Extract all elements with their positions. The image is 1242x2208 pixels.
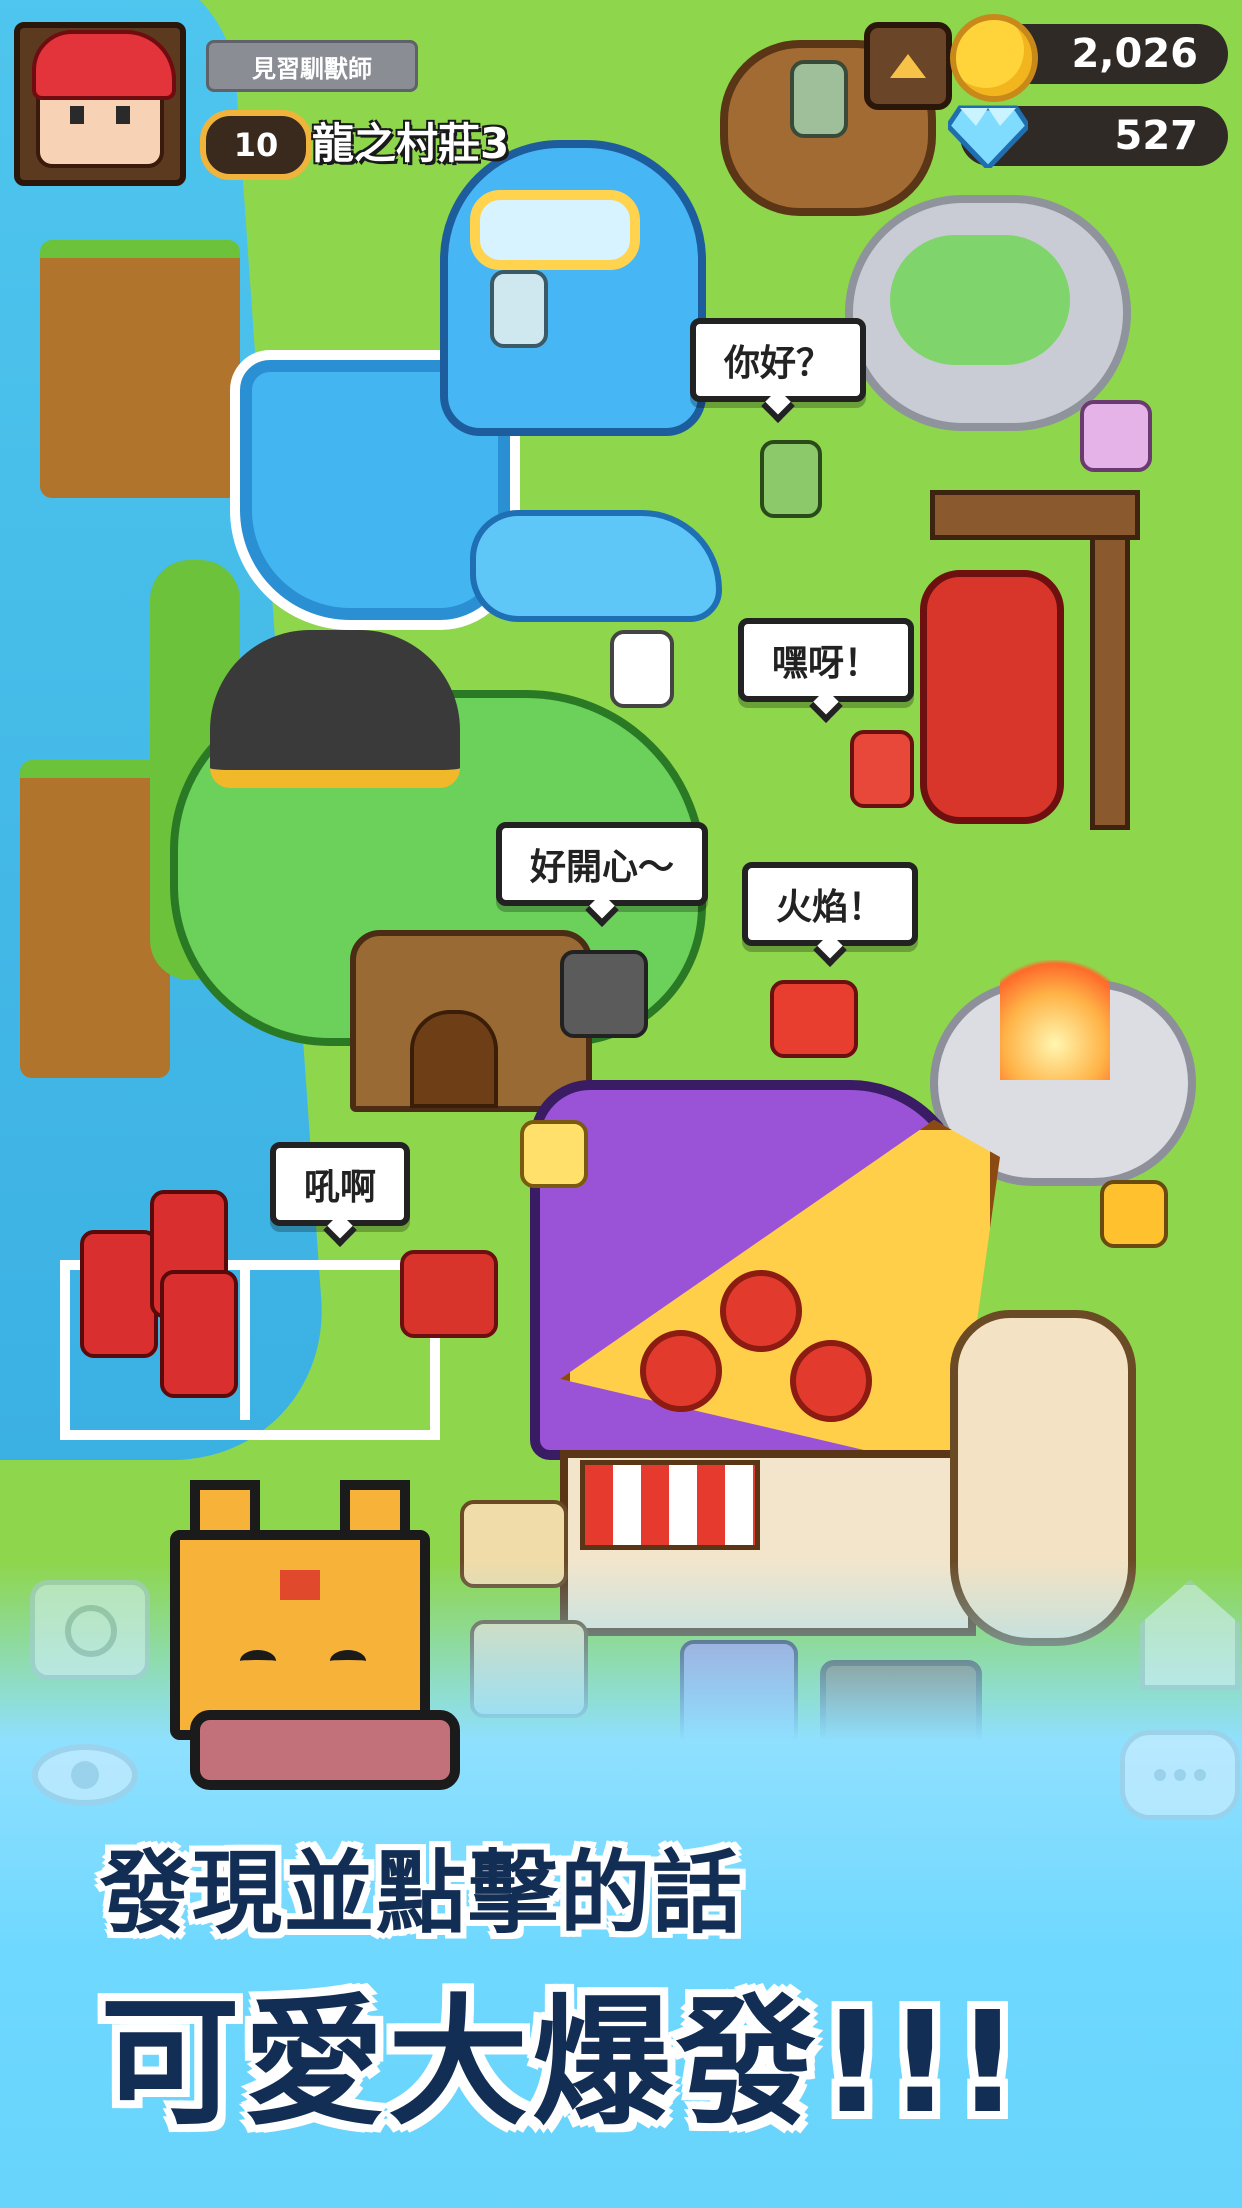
yellow-cat-critter[interactable] <box>520 1120 588 1188</box>
goggles-decoration <box>470 190 640 270</box>
speech-bubble-flame: 火焰！ <box>742 862 919 946</box>
green-goblin-critter[interactable] <box>760 440 822 518</box>
avatar[interactable] <box>14 22 186 186</box>
gallows-post <box>1090 500 1130 830</box>
mascot-eye <box>240 1650 276 1672</box>
eye-icon[interactable] <box>30 1740 140 1810</box>
gallows-beam <box>930 490 1140 540</box>
pepperoni <box>720 1270 802 1352</box>
fire-icon <box>1000 960 1110 1080</box>
water-slide-house[interactable] <box>440 140 706 436</box>
avatar-face <box>32 30 176 168</box>
avatar-eye <box>70 106 84 124</box>
mascot-forehead-mark <box>280 1570 320 1600</box>
gem-icon <box>948 105 1028 168</box>
witch-critter[interactable] <box>560 950 648 1038</box>
player-level-badge: 10 <box>200 110 312 180</box>
red-soldier-critter[interactable] <box>80 1230 158 1358</box>
red-soldier-critter[interactable] <box>160 1270 238 1398</box>
whale-float[interactable] <box>470 510 722 622</box>
treehouse-door[interactable] <box>410 1010 498 1108</box>
boxer-critter[interactable] <box>850 730 914 808</box>
zombie-critter[interactable] <box>790 60 848 138</box>
mascot-body <box>170 1530 430 1740</box>
menu-button[interactable] <box>864 22 952 110</box>
striped-awning <box>580 1460 760 1550</box>
speech-bubble-roar: 吼啊 <box>270 1142 411 1226</box>
pink-pig-critter[interactable] <box>1080 400 1152 472</box>
mascot-bone <box>190 1710 460 1790</box>
bee-critter[interactable] <box>1100 1180 1168 1248</box>
chat-icon[interactable] <box>1120 1730 1240 1820</box>
fire-dragon-critter[interactable] <box>770 980 858 1058</box>
cliff-top <box>40 240 240 498</box>
punching-bag[interactable] <box>920 570 1064 824</box>
speech-bubble-heya: 嘿呀！ <box>738 618 915 702</box>
avatar-hair <box>32 30 176 100</box>
pepperoni <box>790 1340 872 1422</box>
fence-divider <box>240 1260 250 1420</box>
promo-headline-line2: 可愛大爆發!!! <box>100 1982 1024 2145</box>
speech-bubble-happy: 好開心～ <box>496 822 709 906</box>
menu-triangle-icon <box>890 54 926 78</box>
white-cat-critter[interactable] <box>610 630 674 708</box>
camera-icon <box>65 1605 117 1657</box>
red-demon-critter[interactable] <box>400 1250 498 1338</box>
promo-headline-line1: 發現並點擊的話 <box>100 1841 744 1946</box>
mascot-eye <box>330 1650 366 1672</box>
player-title[interactable]: 見習馴獸師 <box>206 40 418 92</box>
village-name[interactable]: 龍之村莊3 <box>312 110 509 171</box>
cliff-mid <box>20 760 170 1078</box>
lily-pad <box>890 235 1070 365</box>
witch-hat-roof <box>210 630 460 788</box>
avatar-eye <box>116 106 130 124</box>
mascot-cat <box>130 1460 470 1790</box>
ghost-critter[interactable] <box>490 270 548 348</box>
pepperoni <box>640 1330 722 1412</box>
coin-icon <box>950 14 1038 102</box>
speech-bubble-hello: 你好？ <box>690 318 867 402</box>
